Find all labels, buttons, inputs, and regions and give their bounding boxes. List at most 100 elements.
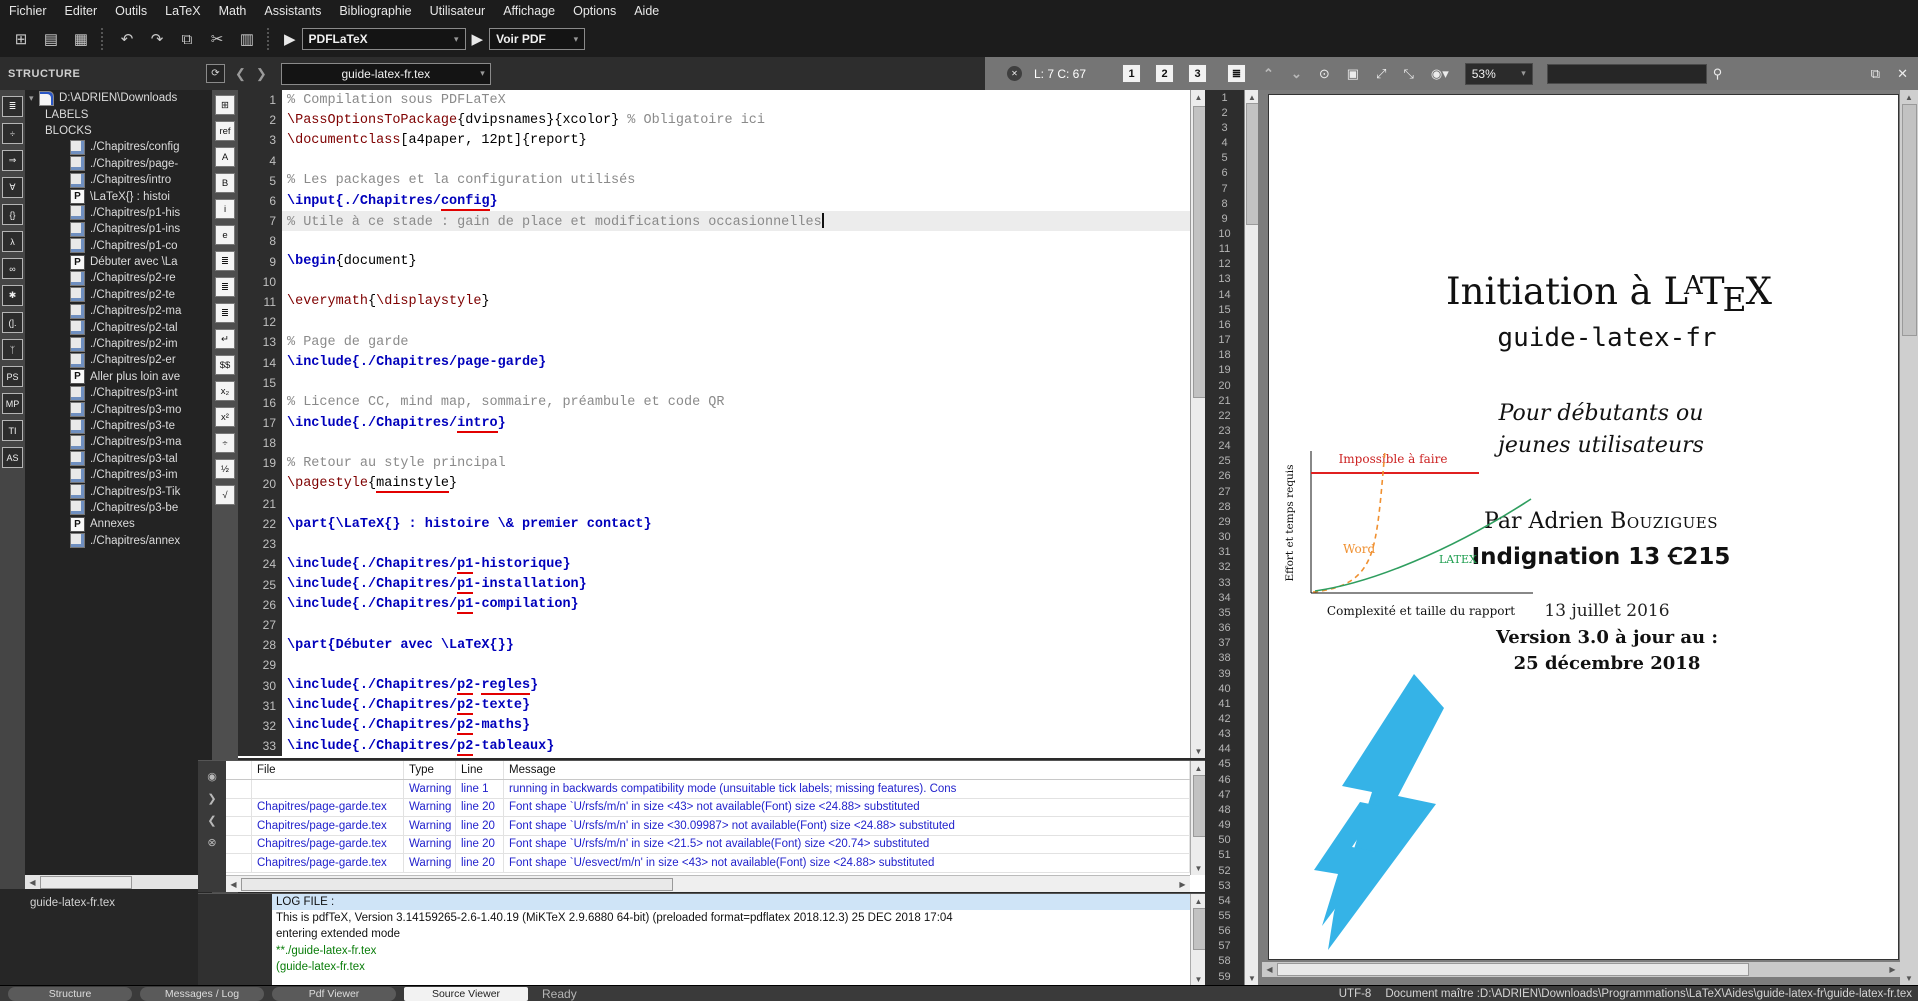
menu-math[interactable]: Math [210, 4, 256, 18]
editor-line[interactable]: 4 [238, 151, 1190, 171]
brackets-icon[interactable]: (]. [2, 312, 23, 333]
presentation-eye-icon[interactable]: ◉▾ [1431, 66, 1449, 82]
clear-icon[interactable]: ⊗ [198, 836, 226, 849]
viewer-select[interactable]: Voir PDF ▾ [489, 28, 585, 50]
align-center-icon[interactable]: ≣ [215, 277, 235, 297]
status-button-source-viewer[interactable]: Source Viewer [404, 987, 528, 1001]
fullscreen-icon[interactable]: ▣ [1347, 66, 1359, 82]
prev-error-icon[interactable]: ❮ [198, 814, 226, 827]
editor-line[interactable]: 20\pagestyle{mainstyle} [238, 474, 1190, 494]
tree-item[interactable]: ./Chapitres/p3-tal [25, 451, 212, 467]
editor-line[interactable]: 30\include{./Chapitres/p2-regles} [238, 675, 1190, 695]
editor-line[interactable]: 13% Page de garde [238, 332, 1190, 352]
tree-item[interactable]: P\LaTeX{} : histoi [25, 188, 212, 204]
nav-back-icon[interactable]: ❮ [235, 66, 246, 82]
label-icon[interactable]: ⊞ [215, 95, 235, 115]
refresh-structure-icon[interactable]: ⟳ [206, 64, 225, 83]
messages-hscrollbar[interactable]: ◀ ▶ [226, 875, 1190, 892]
editor-line[interactable]: 16% Licence CC, mind map, sommaire, préa… [238, 393, 1190, 413]
footnote-icon[interactable]: A [215, 147, 235, 167]
paste-icon[interactable]: ▥ [235, 28, 259, 50]
pdf-search-input[interactable] [1547, 64, 1707, 84]
save-icon[interactable]: ▦ [69, 28, 93, 50]
log-output[interactable]: LOG FILE :This is pdfTeX, Version 3.1415… [272, 894, 1190, 986]
sqrt-icon[interactable]: √ [215, 485, 235, 505]
menu-bibliographie[interactable]: Bibliographie [330, 4, 420, 18]
zoom-level-select[interactable]: 53% ▾ [1465, 63, 1533, 85]
editor-vscrollbar[interactable]: ▲ ▼ [1190, 90, 1206, 758]
pdf-hscrollbar[interactable]: ◀ ▶ [1262, 962, 1900, 977]
dfrac-icon[interactable]: ½ [215, 459, 235, 479]
emph-icon[interactable]: e [215, 225, 235, 245]
menu-affichage[interactable]: Affichage [494, 4, 564, 18]
tree-item[interactable]: ./Chapitres/p3-int [25, 385, 212, 401]
editor-line[interactable]: 17\include{./Chapitres/intro} [238, 413, 1190, 433]
metapost-icon[interactable]: MP [2, 393, 23, 414]
quick-build-button[interactable]: ▶ [284, 30, 296, 48]
message-row[interactable]: Warningline 1running in backwards compat… [226, 780, 1190, 799]
structure-panel-icon[interactable]: ≣ [2, 96, 23, 117]
tree-item[interactable]: ./Chapitres/p2-er [25, 352, 212, 368]
tree-item[interactable]: PDébuter avec \La [25, 254, 212, 270]
open-file-select[interactable]: guide-latex-fr.tex ▾ [281, 63, 491, 85]
status-button-messages-log[interactable]: Messages / Log [140, 987, 264, 1001]
menu-assistants[interactable]: Assistants [255, 4, 330, 18]
editor-line[interactable]: 29 [238, 655, 1190, 675]
menu-fichier[interactable]: Fichier [0, 4, 56, 18]
embed-window-icon[interactable]: ⤡ [1403, 66, 1413, 82]
next-page-icon[interactable]: ⌄ [1291, 66, 1302, 82]
editor-line[interactable]: 19% Retour au style principal [238, 453, 1190, 473]
editor-line[interactable]: 10 [238, 272, 1190, 292]
nav-forward-icon[interactable]: ❯ [256, 66, 267, 82]
tree-item[interactable]: ./Chapitres/p3-Tik [25, 483, 212, 499]
previous-page-icon[interactable]: ⌃ [1263, 66, 1274, 82]
arrow-symbols-icon[interactable]: ⇒ [2, 150, 23, 171]
page-2-button[interactable]: 2 [1155, 64, 1174, 83]
menu-utilisateur[interactable]: Utilisateur [421, 4, 495, 18]
open-files-list[interactable]: guide-latex-fr.tex [0, 889, 212, 985]
tree-item[interactable]: ./Chapitres/p3-be [25, 500, 212, 516]
tree-item[interactable]: ./Chapitres/p3-te [25, 418, 212, 434]
tree-item[interactable]: PAller plus loin ave [25, 369, 212, 385]
editor-line[interactable]: 25\include{./Chapitres/p1-installation} [238, 575, 1190, 595]
pdf-page[interactable]: Initiation à LATEX guide-latex-fr Pour d… [1268, 94, 1899, 960]
special-chars-icon[interactable]: ✱ [2, 285, 23, 306]
italic-icon[interactable]: i [215, 199, 235, 219]
source-viewer-scrollbar[interactable]: ▲ ▼ [1244, 90, 1259, 985]
ref-icon[interactable]: ref [215, 121, 235, 141]
misc-math-icon[interactable]: ∞ [2, 258, 23, 279]
view-button[interactable]: ▶ [472, 30, 484, 48]
tree-item[interactable]: BLOCKS [25, 123, 212, 139]
status-button-pdf-viewer[interactable]: Pdf Viewer [272, 987, 396, 1001]
cut-icon[interactable]: ✂ [205, 28, 229, 50]
math-mode-icon[interactable]: $$ [215, 355, 235, 375]
status-button-structure[interactable]: Structure [8, 987, 132, 1001]
tree-item[interactable]: ./Chapitres/p2-te [25, 287, 212, 303]
search-icon[interactable]: ⚲ [1713, 66, 1723, 82]
code-editor[interactable]: 1% Compilation sous PDFLaTeX2\PassOption… [238, 90, 1190, 758]
tree-item[interactable]: ./Chapitres/p1-ins [25, 221, 212, 237]
editor-line[interactable]: 33\include{./Chapitres/p2-tableaux} [238, 736, 1190, 756]
asymptote-icon[interactable]: AS [2, 447, 23, 468]
misc-symbols-icon[interactable]: ∀ [2, 177, 23, 198]
new-document-icon[interactable]: ⊞ [9, 28, 33, 50]
log-vscrollbar[interactable]: ▲ ▼ [1190, 894, 1206, 986]
editor-line[interactable]: 12 [238, 312, 1190, 332]
open-folder-icon[interactable]: ▤ [39, 28, 63, 50]
tikz-icon[interactable]: TI [2, 420, 23, 441]
toggle-view-icon[interactable]: ◉ [198, 770, 226, 783]
page-3-button[interactable]: 3 [1188, 64, 1207, 83]
tree-item[interactable]: LABELS [25, 106, 212, 122]
editor-line[interactable]: 2\PassOptionsToPackage{dvipsnames}{xcolo… [238, 110, 1190, 130]
next-error-icon[interactable]: ❯ [198, 792, 226, 805]
structure-hscrollbar[interactable]: ◀ ▶ [25, 875, 212, 889]
expander-icon[interactable]: ▾ [29, 93, 39, 104]
message-row[interactable]: Chapitres/page-garde.texWarningline 20Fo… [226, 817, 1190, 836]
message-row[interactable]: Chapitres/page-garde.texWarningline 20Fo… [226, 836, 1190, 855]
newline-icon[interactable]: ↵ [215, 329, 235, 349]
tree-item[interactable]: ./Chapitres/p1-co [25, 238, 212, 254]
structure-tree[interactable]: ▾D:\ADRIEN\DownloadsLABELSBLOCKS./Chapit… [25, 90, 212, 875]
tree-item[interactable]: ./Chapitres/p3-im [25, 467, 212, 483]
align-right-icon[interactable]: ≣ [215, 303, 235, 323]
messages-vscrollbar[interactable]: ▲ ▼ [1190, 761, 1206, 875]
